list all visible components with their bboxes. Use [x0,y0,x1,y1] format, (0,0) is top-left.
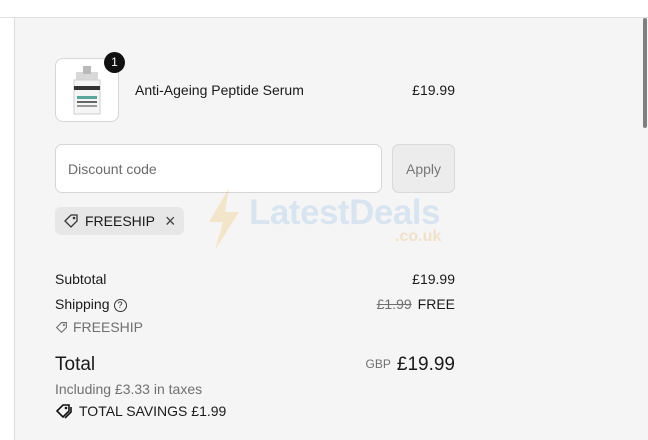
shipping-price: FREE [417,296,455,312]
currency-code: GBP [365,357,391,371]
total-value-row: GBP £19.99 [366,354,455,376]
shipping-values: £1.99 FREE [377,296,455,312]
product-name: Anti-Ageing Peptide Serum [135,82,304,98]
applied-discount-code: FREESHIP [85,213,156,229]
shipping-original-price: £1.99 [376,296,412,312]
tag-icon [64,214,78,228]
tax-note: Including £3.33 in taxes [55,381,203,397]
quantity-badge: 1 [104,52,125,73]
scrollbar[interactable] [641,18,648,440]
shipping-discount-code: FREESHIP [73,319,144,335]
applied-discount-chip: FREESHIP × [55,207,184,235]
total-value: £19.99 [396,354,455,375]
total-savings-row: TOTAL SAVINGS £1.99 [55,403,226,419]
apply-discount-button[interactable]: Apply [392,144,455,193]
left-content-edge [0,18,15,440]
discount-code-input[interactable] [55,144,382,193]
remove-discount-close-icon[interactable]: × [165,212,176,230]
shipping-label: Shipping [55,296,110,312]
total-savings-text: TOTAL SAVINGS £1.99 [79,403,227,419]
total-label: Total [55,354,96,375]
subtotal-value: £19.99 [412,271,455,287]
scroll-thumb[interactable] [643,18,647,128]
help-icon[interactable]: ? [113,299,127,312]
subtotal-label: Subtotal [55,271,107,287]
product-thumbnail: 1 [55,52,125,122]
shipping-tag-icon [55,321,67,333]
shipping-row: Shipping? [55,296,127,312]
savings-tag-icon [55,404,72,419]
product-price: £19.99 [412,82,455,98]
shipping-discount-row: FREESHIP [55,319,143,335]
top-bar [0,0,648,18]
